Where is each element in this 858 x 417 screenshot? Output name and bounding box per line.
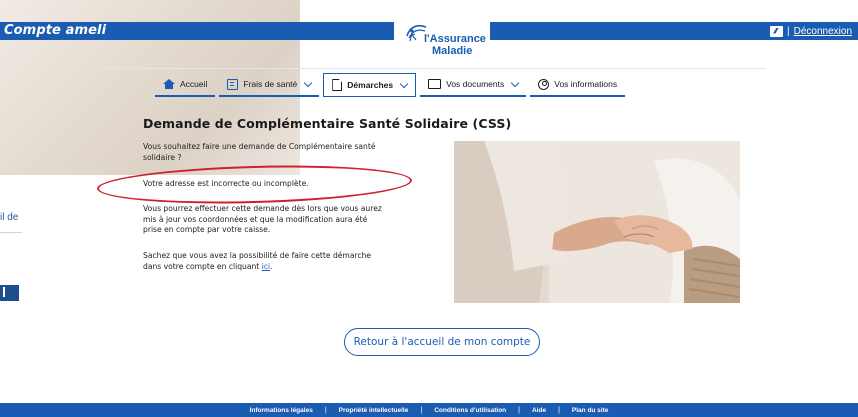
logo-text-line2: Maladie: [432, 45, 473, 57]
handshake-photo: [454, 141, 740, 303]
alternative-action-text-start: Sachez que vous avez la possibilité de f…: [143, 251, 372, 271]
user-circle-icon: [538, 78, 550, 90]
chevron-down-icon: [511, 78, 520, 87]
logout-area: | Déconnexion: [770, 24, 852, 38]
footer: Informations légales | Propriété intelle…: [0, 403, 858, 417]
footer-link-aide[interactable]: Aide: [520, 407, 558, 414]
intro-question: Vous souhaitez faire une demande de Comp…: [143, 142, 376, 162]
nav-item-accueil[interactable]: Accueil: [155, 73, 216, 97]
logout-separator: |: [787, 25, 790, 37]
nav-item-vos-documents[interactable]: Vos documents: [420, 73, 527, 97]
logo-text-line1: l'Assurance: [424, 33, 486, 45]
nav-label: Vos documents: [446, 79, 505, 89]
chevron-down-icon: [304, 78, 313, 87]
nav-label: Accueil: [180, 79, 208, 89]
alternative-action-text: Sachez que vous avez la possibilité de f…: [143, 251, 388, 272]
alternative-action-text-end: .: [270, 261, 273, 271]
logout-icon[interactable]: [770, 25, 784, 37]
home-icon: [163, 79, 175, 89]
header-divider: [100, 68, 766, 69]
page: il de Compte ameli | Déconnexion l'Assur…: [0, 0, 858, 417]
background-page-divider: [0, 232, 22, 233]
nav-label: Vos informations: [554, 79, 618, 89]
assurance-maladie-logo[interactable]: l'Assurance Maladie: [394, 16, 490, 66]
nav-label: Démarches: [347, 80, 394, 90]
footer-link-plan-du-site[interactable]: Plan du site: [560, 407, 620, 414]
folder-icon: [428, 79, 442, 89]
brand-title[interactable]: Compte ameli: [4, 23, 106, 38]
ici-link[interactable]: ici: [262, 262, 270, 271]
footer-link-propriete-intellectuelle[interactable]: Propriété intellectuelle: [327, 407, 421, 414]
nav-item-frais-de-sante[interactable]: Frais de santé: [219, 73, 320, 97]
nav-item-vos-informations[interactable]: Vos informations: [530, 73, 626, 97]
footer-link-informations-legales[interactable]: Informations légales: [238, 407, 325, 414]
background-page-text: il de: [0, 212, 19, 223]
nav-item-demarches[interactable]: Démarches: [323, 73, 417, 97]
handshake-illustration: [454, 141, 740, 303]
receipt-icon: [227, 78, 239, 90]
page-title: Demande de Complémentaire Santé Solidair…: [143, 116, 512, 131]
update-info-text: Vous pourrez effectuer cette demande dès…: [143, 204, 382, 234]
footer-link-conditions-utilisation[interactable]: Conditions d'utilisation: [422, 407, 518, 414]
background-page-button: [0, 285, 19, 301]
nav-label: Frais de santé: [243, 79, 298, 89]
return-home-button[interactable]: Retour à l'accueil de mon compte: [344, 328, 540, 356]
document-icon: [332, 79, 343, 91]
logout-link[interactable]: Déconnexion: [794, 26, 852, 37]
main-nav: Accueil Frais de santé Démarches Vos doc…: [155, 73, 629, 97]
chevron-down-icon: [399, 79, 409, 88]
